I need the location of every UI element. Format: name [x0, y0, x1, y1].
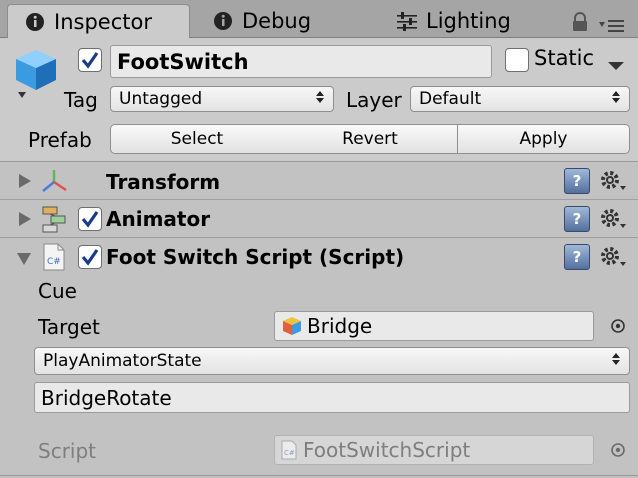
gameobject-cube-icon: [281, 315, 303, 337]
object-picker-icon: [610, 442, 626, 462]
tab-label: Debug: [242, 9, 312, 33]
help-book-icon[interactable]: ?: [564, 168, 590, 194]
checkmark-icon: [81, 249, 99, 266]
component-title: Transform: [106, 170, 221, 194]
sliders-icon: [396, 10, 418, 32]
csharp-script-icon: C#: [42, 243, 66, 275]
foldout-arrow-icon[interactable]: [19, 174, 31, 188]
updown-arrow-icon: [611, 89, 621, 109]
tab-label: Lighting: [426, 9, 511, 33]
svg-text:C#: C#: [47, 257, 61, 267]
animator-icon: [40, 205, 68, 237]
foldout-arrow-icon[interactable]: [17, 253, 31, 265]
svg-text:C#: C#: [284, 449, 295, 457]
tab-debug[interactable]: Debug: [212, 4, 362, 38]
prefab-apply-button[interactable]: Apply: [457, 124, 630, 154]
tab-label: Inspector: [54, 10, 152, 34]
prefab-revert-button[interactable]: Revert: [283, 124, 458, 154]
script-label: Script: [38, 439, 97, 463]
layer-value: Default: [419, 89, 482, 109]
tab-menu-icon[interactable]: [598, 18, 628, 38]
prefab-label: Prefab: [28, 128, 92, 152]
csharp-script-icon: C#: [281, 440, 297, 460]
cue-label: Cue: [38, 279, 77, 303]
method-dropdown[interactable]: PlayAnimatorState: [34, 347, 630, 375]
tab-lighting[interactable]: Lighting: [396, 4, 546, 38]
gear-icon[interactable]: [598, 168, 628, 198]
script-object-field: C# FootSwitchScript: [274, 435, 594, 465]
foldout-arrow-icon[interactable]: [19, 212, 31, 226]
updown-arrow-icon: [315, 89, 325, 109]
static-dropdown-icon[interactable]: [607, 56, 625, 75]
component-transform[interactable]: Transform ?: [0, 162, 638, 200]
static-checkbox[interactable]: [505, 48, 529, 72]
static-label: Static: [534, 46, 595, 70]
updown-arrow-icon: [611, 351, 621, 371]
target-label: Target: [38, 315, 100, 339]
tag-value: Untagged: [119, 89, 203, 109]
gameobject-cube-icon[interactable]: [14, 48, 60, 106]
target-value: Bridge: [307, 314, 373, 338]
active-checkbox[interactable]: [78, 48, 102, 72]
animator-enabled-checkbox[interactable]: [78, 207, 102, 231]
tag-dropdown[interactable]: Untagged: [110, 86, 334, 112]
layer-label: Layer: [346, 88, 402, 112]
checkmark-icon: [81, 52, 99, 69]
checkmark-icon: [81, 211, 99, 228]
component-title: Foot Switch Script (Script): [106, 245, 405, 269]
component-title: Animator: [106, 207, 211, 231]
info-icon: [212, 10, 234, 32]
tab-inspector[interactable]: Inspector: [7, 4, 190, 39]
divider: [0, 475, 638, 476]
tab-bar: Inspector Debug Lighting: [0, 0, 638, 39]
gear-icon[interactable]: [598, 244, 628, 274]
help-book-icon[interactable]: ?: [564, 206, 590, 232]
script-enabled-checkbox[interactable]: [78, 245, 102, 269]
state-name-field[interactable]: BridgeRotate: [34, 382, 630, 413]
target-object-field[interactable]: Bridge: [274, 311, 594, 341]
prefab-select-button[interactable]: Select: [110, 124, 284, 154]
component-footswitch-script[interactable]: C# Foot Switch Script (Script) ?: [0, 238, 638, 276]
object-picker-icon[interactable]: [610, 318, 626, 338]
help-book-icon[interactable]: ?: [564, 244, 590, 270]
inspector-header: FootSwitch Static Tag Untagged Layer Def…: [0, 38, 638, 162]
transform-axes-icon: [40, 168, 68, 198]
gear-icon[interactable]: [598, 206, 628, 236]
tag-label: Tag: [64, 88, 98, 112]
layer-dropdown[interactable]: Default: [410, 86, 630, 112]
lock-icon[interactable]: [572, 12, 588, 36]
info-icon: [24, 11, 46, 33]
component-animator[interactable]: Animator ?: [0, 200, 638, 238]
script-value: FootSwitchScript: [303, 438, 471, 462]
object-name-field[interactable]: FootSwitch: [110, 45, 492, 78]
method-value: PlayAnimatorState: [43, 351, 202, 371]
